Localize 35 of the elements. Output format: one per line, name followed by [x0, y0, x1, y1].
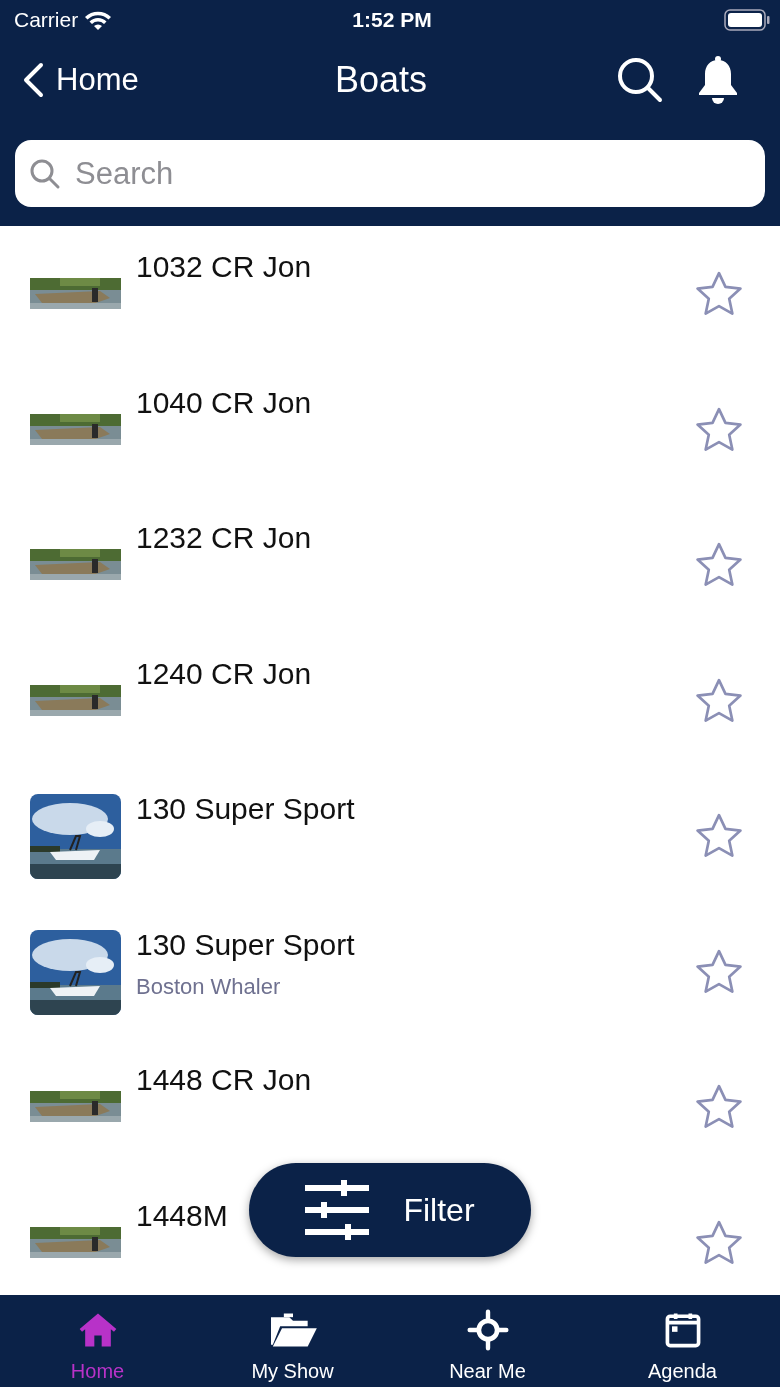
- crosshair-icon: [465, 1308, 510, 1352]
- star-button[interactable]: [694, 1083, 744, 1131]
- boat-maker: Boston Whaler: [136, 973, 281, 1000]
- carrier-label: Carrier: [14, 8, 79, 32]
- boat-name[interactable]: 1032 CR Jon: [136, 250, 312, 284]
- star-button[interactable]: [694, 812, 744, 860]
- back-button[interactable]: Home: [22, 62, 222, 98]
- star-button[interactable]: [694, 676, 744, 725]
- bell-icon[interactable]: [696, 55, 740, 105]
- tab[interactable]: Agenda: [585, 1295, 780, 1387]
- boat-name[interactable]: 130 Super Sport: [136, 792, 355, 826]
- search-icon[interactable]: [616, 56, 664, 104]
- chevron-left-icon: [22, 62, 44, 98]
- sliders-icon: [305, 1180, 370, 1240]
- tab[interactable]: Near Me: [390, 1295, 585, 1387]
- boat-name[interactable]: 1040 CR Jon: [136, 385, 312, 420]
- star-button[interactable]: [694, 541, 744, 589]
- tab[interactable]: My Show: [195, 1295, 390, 1387]
- boat-name[interactable]: 1448 CR Jon: [136, 1063, 312, 1097]
- star-button[interactable]: [694, 405, 744, 454]
- boat-name[interactable]: 1240 CR Jon: [136, 656, 312, 691]
- boat-name[interactable]: 1448M: [136, 1198, 228, 1233]
- filter-button[interactable]: Filter: [249, 1163, 531, 1257]
- battery-icon: [724, 9, 770, 31]
- star-button[interactable]: [694, 947, 744, 996]
- search-input[interactable]: Search: [73, 154, 751, 193]
- star-button[interactable]: [694, 1218, 744, 1267]
- boat-name[interactable]: 1232 CR Jon: [136, 521, 312, 555]
- search-field[interactable]: Search: [15, 140, 765, 207]
- search-icon: [29, 157, 61, 190]
- page-title: Boats: [334, 59, 428, 101]
- clock: 1:52 PM: [352, 8, 432, 32]
- wifi-icon: [84, 9, 113, 31]
- star-button[interactable]: [694, 270, 744, 318]
- boat-name[interactable]: 130 Super Sport: [136, 927, 355, 962]
